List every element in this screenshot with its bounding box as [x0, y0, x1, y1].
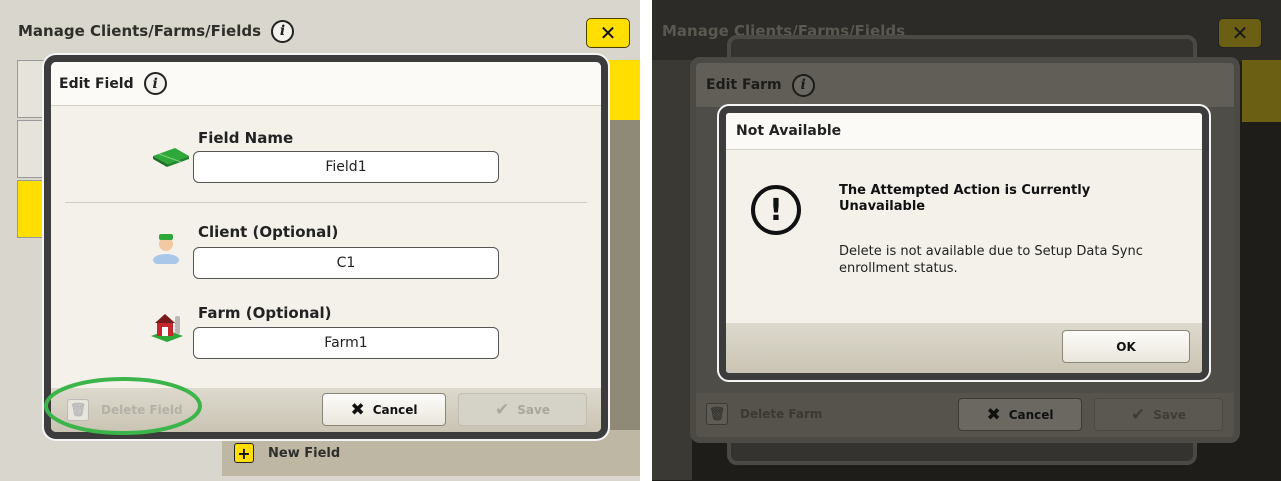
dialog-header: Edit Field i — [51, 62, 601, 106]
cancel-button[interactable]: ✖ Cancel — [958, 398, 1082, 431]
delete-farm-button[interactable]: 🗑 Delete Farm — [706, 403, 822, 425]
farm-label: Farm (Optional) — [198, 304, 332, 322]
save-button[interactable]: ✔ Save — [1094, 398, 1223, 431]
checkmark-icon: ✔ — [495, 399, 510, 420]
farm-input[interactable] — [193, 327, 499, 359]
dialog-header: Edit Farm i — [696, 63, 1234, 107]
field-name-input[interactable] — [193, 151, 499, 183]
client-input[interactable] — [193, 247, 499, 279]
farm-icon — [149, 310, 185, 348]
delete-farm-label: Delete Farm — [740, 407, 823, 421]
close-button[interactable]: ✕ — [1218, 18, 1262, 48]
window-titlebar: Manage Clients/Farms/Fields i — [0, 0, 640, 62]
close-icon: ✖ — [986, 404, 1001, 425]
dialog-title: Edit Farm — [706, 77, 782, 93]
dialog-title: Edit Field — [59, 75, 134, 92]
plus-icon: + — [234, 443, 254, 463]
window-title: Manage Clients/Farms/Fields — [18, 22, 261, 40]
close-button[interactable]: ✕ — [586, 18, 630, 48]
client-icon — [151, 230, 181, 268]
cancel-button[interactable]: ✖ Cancel — [322, 393, 446, 426]
info-icon[interactable]: i — [791, 73, 815, 97]
left-screen: Manage Clients/Farms/Fields i ✕ + New Fi… — [0, 0, 640, 481]
ok-button[interactable]: OK — [1062, 330, 1190, 363]
close-icon: ✖ — [350, 399, 365, 420]
new-field-label: New Field — [268, 445, 341, 461]
alert-message: Delete is not available due to Setup Dat… — [839, 244, 1143, 276]
checkmark-icon: ✔ — [1131, 404, 1146, 425]
warning-icon: ! — [751, 185, 801, 235]
cancel-label: Cancel — [372, 402, 418, 417]
not-available-alert: Not Available ! The Attempted Action is … — [719, 106, 1209, 380]
highlight-oval-annotation — [44, 377, 202, 435]
info-icon[interactable]: i — [271, 19, 294, 43]
divider — [65, 202, 587, 203]
alert-footer: OK — [726, 323, 1202, 373]
alert-title: Not Available — [726, 113, 1202, 150]
field-name-label: Field Name — [198, 129, 294, 147]
client-label: Client (Optional) — [198, 223, 339, 241]
right-screen: Manage Clients/Farms/Fields ✕ Edit Farm … — [652, 0, 1281, 481]
cancel-label: Cancel — [1008, 407, 1054, 422]
dialog-footer: 🗑 Delete Farm ✖ Cancel ✔ Save — [696, 393, 1234, 437]
save-button[interactable]: ✔ Save — [458, 393, 587, 426]
save-label: Save — [517, 402, 550, 417]
trash-icon: 🗑 — [706, 403, 728, 425]
sidebar — [652, 60, 692, 480]
alert-heading: The Attempted Action is Currently Unavai… — [839, 183, 1091, 214]
panel-separator — [640, 0, 652, 481]
info-icon[interactable]: i — [143, 72, 167, 95]
field-icon — [151, 142, 191, 172]
save-label: Save — [1153, 407, 1186, 422]
edit-button-bg[interactable] — [1242, 60, 1281, 122]
